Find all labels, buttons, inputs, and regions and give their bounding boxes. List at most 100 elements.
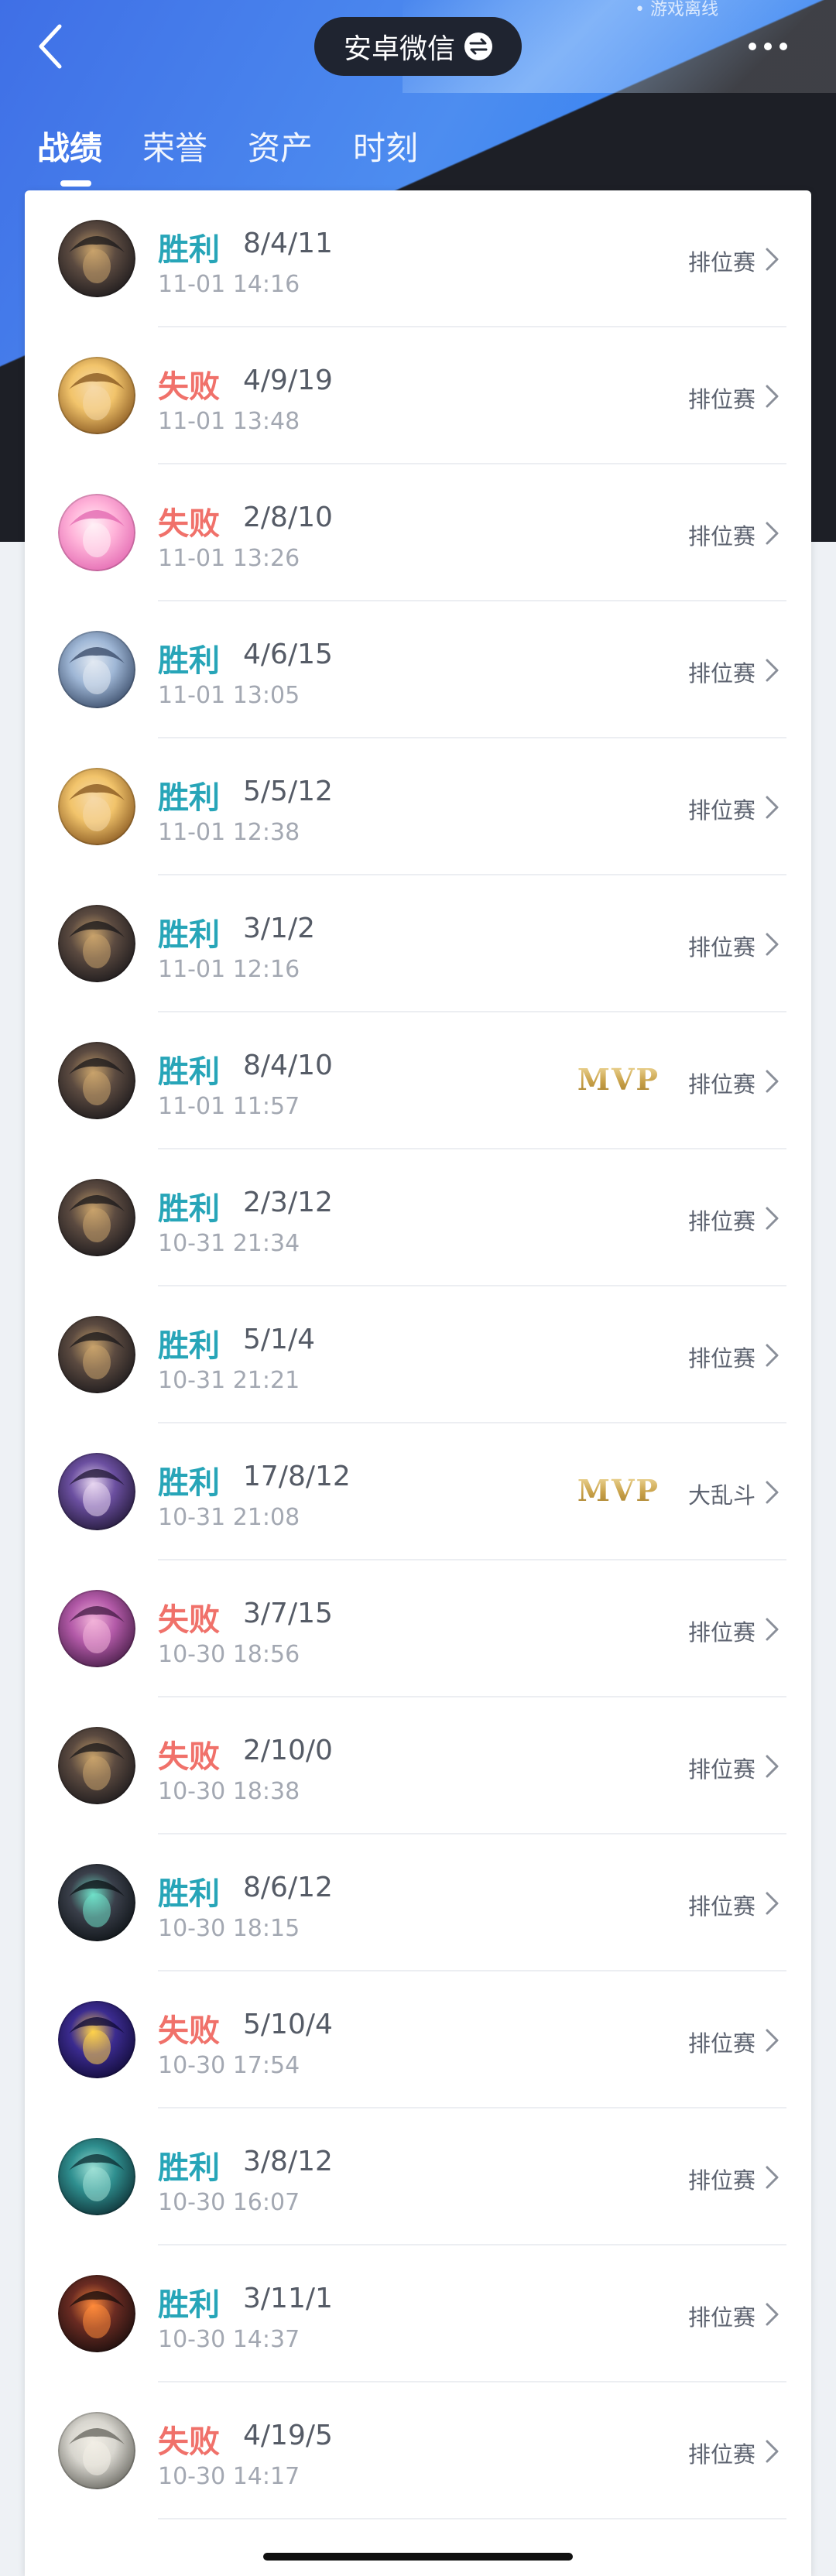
match-result: 胜利 <box>158 1328 220 1364</box>
match-result: 胜利 <box>158 2150 220 2186</box>
match-time: 10-30 16:07 <box>158 2189 300 2216</box>
hero-white-hair-icon <box>58 2412 135 2489</box>
chevron-right-icon <box>762 931 782 957</box>
account-label: 安卓微信 <box>343 33 455 65</box>
account-switch-button[interactable]: 安卓微信 <box>314 17 522 76</box>
match-row[interactable]: 失败 4/19/5 10-30 14:17 排位赛 <box>25 2382 811 2519</box>
match-time: 10-30 18:56 <box>158 1641 300 1668</box>
game-mode: 排位赛 <box>687 2441 755 2468</box>
chevron-right-icon <box>762 794 782 820</box>
match-row[interactable]: 胜利 4/6/15 11-01 13:05 排位赛 <box>25 601 811 738</box>
match-row[interactable]: 失败 4/9/19 11-01 13:48 排位赛 <box>25 327 811 464</box>
game-mode: 排位赛 <box>687 1345 755 1372</box>
hero-pink-girl-icon <box>58 494 135 571</box>
back-button[interactable] <box>26 22 73 71</box>
hero-dark-hat-icon <box>58 220 135 297</box>
match-time: 10-30 18:38 <box>158 1778 300 1805</box>
match-row[interactable]: 胜利 5/1/4 10-31 21:21 排位赛 <box>25 1286 811 1423</box>
match-row[interactable]: 失败 5/10/4 10-30 17:54 排位赛 <box>25 1971 811 2108</box>
chevron-right-icon <box>762 1479 782 1506</box>
match-time: 11-01 13:05 <box>158 682 300 709</box>
match-time: 11-01 12:38 <box>158 819 300 846</box>
match-row[interactable]: 胜利 17/8/12 10-31 21:08 MVP 大乱斗 <box>25 1423 811 1560</box>
game-mode: 排位赛 <box>687 1893 755 1920</box>
match-row[interactable]: 胜利 5/5/12 11-01 12:38 排位赛 <box>25 738 811 875</box>
match-result: 胜利 <box>158 643 220 679</box>
match-row[interactable]: 胜利 2/3/12 10-31 21:34 排位赛 <box>25 1149 811 1286</box>
game-mode: 排位赛 <box>687 523 755 550</box>
game-mode: 排位赛 <box>687 1071 755 1098</box>
game-mode: 排位赛 <box>687 2167 755 2194</box>
kda-score: 4/19/5 <box>243 2420 333 2451</box>
hero-armored-icon <box>58 631 135 708</box>
match-time: 10-31 21:21 <box>158 1367 300 1394</box>
kda-score: 8/4/10 <box>243 1050 333 1081</box>
match-result: 胜利 <box>158 780 220 816</box>
kda-score: 5/5/12 <box>243 776 333 807</box>
match-row[interactable]: 胜利 3/8/12 10-30 16:07 排位赛 <box>25 2108 811 2245</box>
match-row[interactable]: 失败 2/10/0 10-30 18:38 排位赛 <box>25 1697 811 1834</box>
tab-honor[interactable]: 荣誉 <box>142 122 207 180</box>
kda-score: 2/3/12 <box>243 1187 333 1218</box>
hero-yordle-mage-icon <box>58 1864 135 1941</box>
kda-score: 5/1/4 <box>243 1324 315 1355</box>
match-result: 失败 <box>158 1602 220 1638</box>
hero-void-mage-icon <box>58 2001 135 2078</box>
tab-assets[interactable]: 资产 <box>248 122 313 180</box>
kda-score: 17/8/12 <box>243 1461 351 1492</box>
tab-record[interactable]: 战绩 <box>37 122 102 187</box>
match-row[interactable]: 胜利 3/11/1 10-30 14:37 排位赛 <box>25 2245 811 2382</box>
game-mode: 排位赛 <box>687 386 755 413</box>
mvp-badge: MVP <box>577 1062 660 1097</box>
hero-dark-hat-icon <box>58 1727 135 1804</box>
kda-score: 3/1/2 <box>243 913 315 944</box>
match-row[interactable]: 失败 2/8/10 11-01 13:26 排位赛 <box>25 464 811 601</box>
status-hint: • 游戏离线 <box>635 0 718 19</box>
chevron-right-icon <box>762 383 782 409</box>
chevron-right-icon <box>762 657 782 683</box>
tab-moments[interactable]: 时刻 <box>353 122 418 180</box>
kda-score: 4/6/15 <box>243 639 333 670</box>
chevron-right-icon <box>762 1753 782 1780</box>
match-time: 10-30 17:54 <box>158 2052 300 2079</box>
match-time: 11-01 13:48 <box>158 408 300 435</box>
match-result: 失败 <box>158 2013 220 2049</box>
more-options-button[interactable] <box>737 26 799 67</box>
home-indicator <box>263 2553 573 2561</box>
match-row[interactable]: 胜利 8/4/10 11-01 11:57 MVP 排位赛 <box>25 1012 811 1149</box>
chevron-right-icon <box>762 246 782 272</box>
row-divider <box>158 2518 786 2519</box>
chevron-right-icon <box>762 2301 782 2328</box>
game-mode: 排位赛 <box>687 1208 755 1235</box>
chevron-right-icon <box>762 1890 782 1917</box>
match-result: 胜利 <box>158 1465 220 1501</box>
chevron-right-icon <box>762 2164 782 2191</box>
chevron-left-icon <box>39 24 62 69</box>
game-mode: 排位赛 <box>687 934 755 961</box>
kda-score: 5/10/4 <box>243 2009 333 2040</box>
hero-golden-girl-icon <box>58 357 135 434</box>
match-row[interactable]: 胜利 8/4/11 11-01 14:16 排位赛 <box>25 190 811 327</box>
match-result: 胜利 <box>158 1054 220 1090</box>
match-row[interactable]: 胜利 3/1/2 11-01 12:16 排位赛 <box>25 875 811 1012</box>
kda-score: 3/11/1 <box>243 2283 333 2314</box>
kda-score: 3/8/12 <box>243 2146 333 2177</box>
kda-score: 2/8/10 <box>243 502 333 533</box>
match-row[interactable]: 胜利 8/6/12 10-30 18:15 排位赛 <box>25 1834 811 1971</box>
chevron-right-icon <box>762 1205 782 1231</box>
kda-score: 8/4/11 <box>243 228 333 259</box>
game-mode: 大乱斗 <box>687 1482 755 1509</box>
chevron-right-icon <box>762 1068 782 1094</box>
match-result: 失败 <box>158 369 220 405</box>
game-mode: 排位赛 <box>687 1619 755 1646</box>
hero-golden-girl-icon <box>58 768 135 845</box>
match-time: 11-01 14:16 <box>158 271 300 298</box>
match-row[interactable]: 失败 3/7/15 10-30 18:56 排位赛 <box>25 1560 811 1697</box>
hero-dark-hat-icon <box>58 905 135 982</box>
game-mode: 排位赛 <box>687 2304 755 2331</box>
match-result: 胜利 <box>158 917 220 953</box>
game-mode: 排位赛 <box>687 249 755 276</box>
match-result: 胜利 <box>158 1876 220 1912</box>
game-mode: 排位赛 <box>687 660 755 687</box>
hero-red-armor-icon <box>58 2275 135 2352</box>
